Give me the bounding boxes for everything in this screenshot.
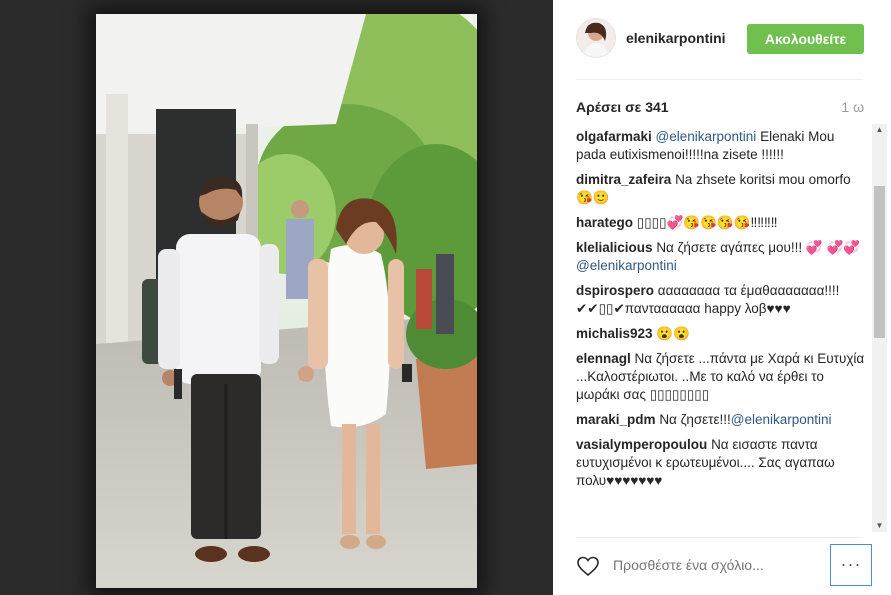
comment-mention[interactable]: @elenikarpontini (656, 129, 757, 144)
comment-user[interactable]: elennagl (576, 351, 631, 366)
divider (576, 79, 863, 80)
comment-user[interactable]: maraki_pdm (576, 412, 656, 427)
more-options-button[interactable]: ··· (830, 544, 872, 586)
comment-item: maraki_pdm Να ζησετε!!!@elenikarpontini (576, 411, 866, 429)
heart-icon[interactable] (576, 555, 600, 577)
follow-button[interactable]: Ακολουθείτε (747, 24, 864, 54)
comment-item: haratego ▯▯▯▯💞😘😘😘😘‼‼‼‼ (576, 214, 866, 232)
comment-text: Να ζήσετε αγάπες μου!!! 💞 💞💞 (656, 240, 861, 255)
comment-item: klelialicious Να ζήσετε αγάπες μου!!! 💞 … (576, 239, 866, 275)
username-link[interactable]: elenikarpontini (626, 30, 726, 46)
comment-item: olgafarmaki @elenikarpontini Elenaki Mou… (576, 128, 866, 164)
comment-item: vasialymperopoulou Να εισαστε παντα ευτυ… (576, 436, 866, 490)
comment-input[interactable] (611, 556, 796, 574)
post-sidebar: elenikarpontini Ακολουθείτε Αρέσει σε 34… (553, 0, 891, 595)
comment-mention[interactable]: @elenikarpontini (731, 412, 832, 427)
comment-user[interactable]: dimitra_zafeira (576, 172, 671, 187)
comment-text: Να ζησετε!!! (659, 412, 731, 427)
comment-user[interactable]: michalis923 (576, 326, 653, 341)
comment-item: dspirospero αααααααα τα έμαθααααααα!!!! … (576, 282, 866, 318)
comment-item: michalis923 😮😮 (576, 325, 866, 343)
scroll-down-arrow-icon[interactable]: ▼ (872, 520, 887, 532)
comment-item: dimitra_zafeira Na zhsete koritsi mou om… (576, 171, 866, 207)
comment-mention[interactable]: @elenikarpontini (576, 258, 677, 273)
comment-text: 😮😮 (656, 326, 690, 341)
comment-user[interactable]: vasialymperopoulou (576, 437, 707, 452)
post-header: elenikarpontini Ακολουθείτε (553, 0, 891, 80)
comment-text: ▯▯▯▯💞😘😘😘😘‼‼‼‼ (636, 215, 778, 230)
avatar[interactable] (576, 18, 616, 58)
likes-count[interactable]: Αρέσει σε 341 (576, 99, 669, 115)
scroll-up-arrow-icon[interactable]: ▲ (872, 124, 887, 136)
post-photo[interactable] (96, 14, 477, 588)
comment-user[interactable]: dspirospero (576, 283, 654, 298)
scrollbar-thumb[interactable] (874, 186, 885, 338)
comment-user[interactable]: olgafarmaki (576, 129, 652, 144)
comment-item: elennagl Να ζήσετε ...πάντα με Χαρά κι Ε… (576, 350, 866, 404)
photo-area (0, 0, 553, 595)
comment-list: olgafarmaki @elenikarpontini Elenaki Mou… (576, 128, 866, 530)
comment-bar: ··· (553, 538, 891, 595)
post-time[interactable]: 1 ω (841, 99, 864, 115)
couple-walking-photo (96, 14, 477, 588)
comment-user[interactable]: haratego (576, 215, 633, 230)
comments-scrollbar[interactable]: ▲ ▼ (872, 124, 887, 532)
comment-user[interactable]: klelialicious (576, 240, 653, 255)
avatar-image (577, 19, 615, 57)
